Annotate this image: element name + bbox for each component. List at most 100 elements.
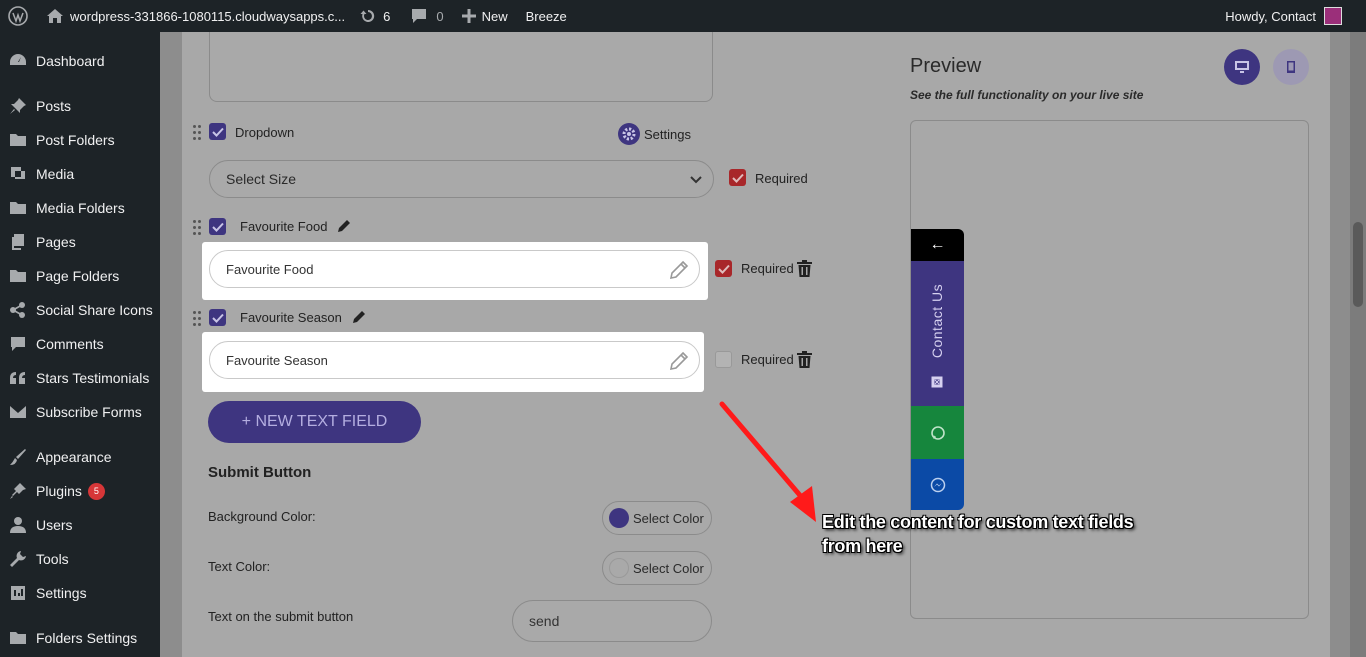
check-icon [211, 127, 224, 137]
sidebar-item-tools[interactable]: Tools [0, 542, 160, 576]
sidebar-item-label: Settings [36, 585, 87, 601]
whatsapp-button[interactable] [911, 406, 964, 459]
select-color-label: Select Color [633, 560, 704, 576]
drag-handle-icon[interactable] [193, 125, 203, 145]
sidebar-item-label: Social Share Icons [36, 302, 153, 318]
sidebar-item-folders-settings[interactable]: Folders Settings [0, 621, 160, 655]
mobile-preview-button[interactable] [1273, 49, 1309, 85]
select-color-label: Select Color [633, 510, 704, 526]
widget-vertical-label: Contact Us [924, 266, 950, 376]
whatsapp-icon [930, 425, 945, 440]
select-size-dropdown[interactable]: Select Size [209, 160, 714, 198]
text-color-picker[interactable]: Select Color [602, 551, 712, 585]
sidebar-item-plugins[interactable]: Plugins 5 [0, 474, 160, 508]
scrollbar-thumb[interactable] [1353, 222, 1363, 307]
sidebar-item-label: Posts [36, 98, 72, 114]
sidebar-item-social-share-icons[interactable]: Social Share Icons [0, 293, 160, 327]
sidebar-item-subscribe-forms[interactable]: Subscribe Forms [0, 395, 160, 429]
annotation-line-1: Edit the content for custom text fields [822, 512, 1134, 532]
folder-icon [0, 630, 36, 646]
comment-icon [0, 336, 36, 352]
sidebar-item-label: Media Folders [36, 200, 125, 216]
favourite-food-enable-checkbox[interactable] [209, 218, 226, 235]
comments-link[interactable]: 0 [398, 0, 451, 32]
plugin-icon [0, 482, 36, 500]
favourite-season-input[interactable]: Favourite Season [209, 341, 700, 379]
new-content-link[interactable]: New [452, 0, 516, 32]
drag-handle-icon[interactable] [193, 220, 203, 240]
plugins-update-badge: 5 [87, 482, 105, 500]
updates-link[interactable]: 6 [353, 0, 398, 32]
favourite-food-input[interactable]: Favourite Food [209, 250, 700, 288]
text-color-label: Text Color: [208, 559, 271, 574]
sidebar-item-appearance[interactable]: Appearance [0, 440, 160, 474]
messenger-button[interactable] [911, 459, 964, 510]
brush-icon [0, 448, 36, 466]
page-scrollbar[interactable] [1350, 32, 1366, 657]
sidebar-item-pages[interactable]: Pages [0, 225, 160, 259]
message-textarea[interactable] [209, 32, 713, 102]
dropdown-required-checkbox[interactable] [729, 169, 746, 186]
sidebar-item-stars-testimonials[interactable]: Stars Testimonials [0, 361, 160, 395]
favourite-food-value: Favourite Food [226, 261, 314, 277]
settings-gear-icon[interactable] [618, 123, 640, 145]
pencil-icon[interactable] [669, 351, 689, 371]
required-label: Required [741, 261, 794, 276]
quote-icon [0, 371, 36, 385]
background-color-swatch [609, 508, 629, 528]
mobile-icon [1287, 61, 1295, 73]
widget-toggle-button[interactable]: ← [911, 229, 964, 261]
breeze-link[interactable]: Breeze [516, 0, 575, 32]
site-name-link[interactable]: wordpress-331866-1080115.cloudwaysapps.c… [36, 0, 353, 32]
sidebar-item-media[interactable]: Media [0, 157, 160, 191]
favourite-season-value: Favourite Season [226, 352, 328, 368]
new-text-field-button[interactable]: + NEW TEXT FIELD [208, 401, 421, 443]
sidebar-item-users[interactable]: Users [0, 508, 160, 542]
drag-handle-icon[interactable] [193, 311, 203, 331]
dropdown-settings-link[interactable]: Settings [644, 127, 691, 142]
sidebar-item-post-folders[interactable]: Post Folders [0, 123, 160, 157]
sidebar-item-media-folders[interactable]: Media Folders [0, 191, 160, 225]
select-placeholder: Select Size [226, 171, 297, 187]
wordpress-logo-icon[interactable] [0, 0, 36, 32]
favourite-season-required-checkbox[interactable] [715, 351, 732, 368]
pencil-icon[interactable] [337, 219, 351, 233]
settings-icon [0, 584, 36, 602]
sidebar-item-label: Dashboard [36, 53, 105, 69]
media-icon [0, 165, 36, 183]
account-menu[interactable]: Howdy, Contact [1225, 0, 1342, 32]
dropdown-enable-checkbox[interactable] [209, 123, 226, 140]
sidebar-item-label: Folders Settings [36, 630, 138, 646]
sidebar-item-dashboard[interactable]: Dashboard [0, 44, 160, 78]
sidebar-item-label: Comments [36, 336, 104, 352]
sidebar-item-settings[interactable]: Settings [0, 576, 160, 610]
submit-text-label: Text on the submit button [208, 609, 354, 624]
submit-text-input[interactable]: send [512, 600, 712, 642]
sidebar-item-label: Post Folders [36, 132, 115, 148]
plus-icon [461, 9, 476, 23]
contact-form-icon [931, 376, 943, 388]
dashboard-icon [0, 52, 36, 70]
trash-icon[interactable] [796, 259, 813, 278]
site-name: wordpress-331866-1080115.cloudwaysapps.c… [70, 8, 346, 24]
annotation-arrow [719, 401, 816, 522]
admin-sidebar: Dashboard Posts Post Folders Media Media… [0, 32, 160, 657]
background-color-picker[interactable]: Select Color [602, 501, 712, 535]
favourite-season-enable-checkbox[interactable] [209, 309, 226, 326]
sidebar-item-posts[interactable]: Posts [0, 89, 160, 123]
folder-icon [0, 132, 36, 148]
admin-bar: wordpress-331866-1080115.cloudwaysapps.c… [0, 0, 1366, 32]
pencil-icon[interactable] [669, 260, 689, 280]
sidebar-item-comments[interactable]: Comments [0, 327, 160, 361]
favourite-food-required-checkbox[interactable] [715, 260, 732, 277]
submit-text-value: send [529, 613, 560, 629]
folder-icon [0, 268, 36, 284]
wrench-icon [0, 550, 36, 568]
sidebar-item-page-folders[interactable]: Page Folders [0, 259, 160, 293]
trash-icon[interactable] [796, 350, 813, 369]
sidebar-item-label: Tools [36, 551, 69, 567]
desktop-preview-button[interactable] [1224, 49, 1260, 85]
check-icon [211, 313, 224, 323]
pencil-icon[interactable] [352, 310, 366, 324]
text-color-swatch [609, 558, 629, 578]
